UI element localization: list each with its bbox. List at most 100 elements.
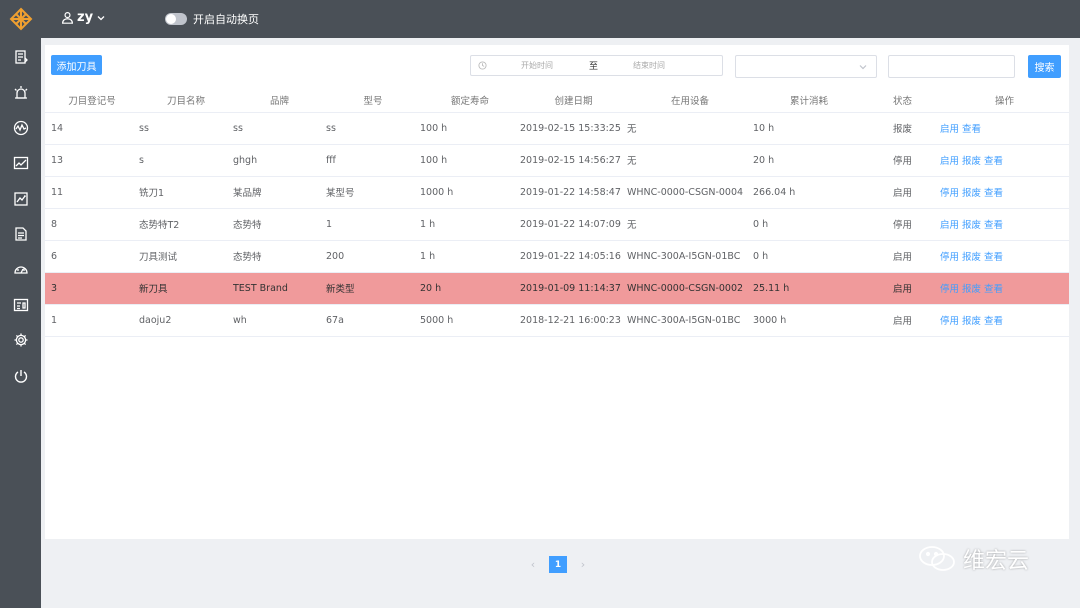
- column-header: 状态: [865, 89, 940, 113]
- table-row[interactable]: 11 铣刀1 某品牌 某型号 1000 h 2019-01-22 14:58:4…: [45, 176, 1069, 209]
- scrap-link[interactable]: 报废: [962, 220, 981, 231]
- table-row-highlighted[interactable]: 3 新刀具 TEST Brand 新类型 20 h 2019-01-09 11:…: [45, 272, 1069, 305]
- column-header: 在用设备: [627, 89, 753, 113]
- cell-usage: 10 h: [753, 112, 865, 145]
- search-button[interactable]: 搜索: [1028, 55, 1061, 78]
- scrap-link[interactable]: 报废: [962, 284, 981, 295]
- main-panel: 添加刀具 开始时间 至 结束时间 搜索 刀目登记号 刀目名称 品牌 型号 额定寿…: [45, 45, 1069, 539]
- cell-id: 14: [45, 112, 139, 145]
- enable-link[interactable]: 启用: [940, 220, 959, 231]
- cell-status: 停用: [865, 144, 940, 177]
- scrap-link[interactable]: 报废: [962, 156, 981, 167]
- start-time-input[interactable]: 开始时间: [521, 60, 553, 71]
- view-link[interactable]: 查看: [984, 316, 1003, 327]
- column-header: 创建日期: [520, 89, 627, 113]
- cell-device: WHNC-300A-I5GN-01BC: [627, 240, 753, 273]
- enable-link[interactable]: 启用: [940, 124, 959, 135]
- enable-link[interactable]: 启用: [940, 156, 959, 167]
- top-bar: zy 开启自动换页: [41, 0, 1080, 38]
- cell-device: 无: [627, 112, 753, 145]
- cell-id: 11: [45, 176, 139, 209]
- cell-brand: 态势特: [233, 240, 326, 273]
- view-link[interactable]: 查看: [962, 124, 981, 135]
- user-menu[interactable]: zy: [61, 10, 109, 25]
- cell-brand: TEST Brand: [233, 272, 326, 305]
- cell-device: WHNC-0000-CSGN-0002: [627, 272, 753, 305]
- cell-name: 铣刀1: [139, 176, 233, 209]
- sidebar: [0, 0, 41, 608]
- table-row[interactable]: 8 态势特T2 态势特 1 1 h 2019-01-22 14:07:09 无 …: [45, 208, 1069, 241]
- disable-link[interactable]: 停用: [940, 252, 959, 263]
- search-input[interactable]: [888, 55, 1015, 78]
- cell-date: 2019-01-22 14:05:16: [520, 240, 627, 273]
- view-link[interactable]: 查看: [984, 284, 1003, 295]
- cell-brand: 态势特: [233, 208, 326, 241]
- cell-status: 启用: [865, 176, 940, 209]
- scrap-link[interactable]: 报废: [962, 188, 981, 199]
- table-row[interactable]: 13 s ghgh fff 100 h 2019-02-15 14:56:27 …: [45, 144, 1069, 177]
- disable-link[interactable]: 停用: [940, 284, 959, 295]
- cell-name: 刀具测试: [139, 240, 233, 273]
- auto-page-label: 开启自动换页: [193, 13, 259, 26]
- cell-status: 启用: [865, 240, 940, 273]
- table-row[interactable]: 6 刀具测试 态势特 200 1 h 2019-01-22 14:05:16 W…: [45, 240, 1069, 273]
- report-icon[interactable]: [0, 45, 41, 69]
- chevron-down-icon: [97, 15, 105, 20]
- pagination: ‹ 1 ›: [527, 556, 589, 573]
- chevron-right-icon[interactable]: ›: [577, 558, 589, 571]
- column-header: 累计消耗: [753, 89, 865, 113]
- chevron-left-icon[interactable]: ‹: [527, 558, 539, 571]
- scrap-link[interactable]: 报废: [962, 252, 981, 263]
- cell-life: 1 h: [420, 240, 520, 273]
- cell-date: 2019-01-22 14:58:47: [520, 176, 627, 209]
- cell-model: 1: [326, 208, 420, 241]
- cell-model: 200: [326, 240, 420, 273]
- power-icon[interactable]: [0, 364, 41, 388]
- disable-link[interactable]: 停用: [940, 316, 959, 327]
- cell-name: daoju2: [139, 304, 233, 337]
- cell-id: 6: [45, 240, 139, 273]
- table-row[interactable]: 1 daoju2 wh 67a 5000 h 2018-12-21 16:00:…: [45, 304, 1069, 337]
- device-select[interactable]: [735, 55, 877, 78]
- cell-brand: ss: [233, 112, 326, 145]
- view-link[interactable]: 查看: [984, 156, 1003, 167]
- chevron-down-icon: [859, 65, 867, 70]
- cell-usage: 0 h: [753, 208, 865, 241]
- cell-device: 无: [627, 144, 753, 177]
- cell-device: 无: [627, 208, 753, 241]
- cell-usage: 266.04 h: [753, 176, 865, 209]
- trend-chart-icon[interactable]: [0, 151, 41, 175]
- page-number-current[interactable]: 1: [549, 556, 567, 573]
- view-link[interactable]: 查看: [984, 188, 1003, 199]
- logo-icon[interactable]: [0, 0, 41, 38]
- date-range-picker[interactable]: 开始时间 至 结束时间: [470, 55, 723, 76]
- data-card-icon[interactable]: [0, 293, 41, 317]
- auto-page-toggle[interactable]: 开启自动换页: [165, 11, 259, 27]
- disable-link[interactable]: 停用: [940, 188, 959, 199]
- dashboard-icon[interactable]: [0, 257, 41, 281]
- cell-status: 启用: [865, 304, 940, 337]
- add-tool-button[interactable]: 添加刀具: [51, 55, 102, 75]
- column-header: 品牌: [233, 89, 326, 113]
- toggle-switch[interactable]: [165, 13, 187, 25]
- document-icon[interactable]: [0, 222, 41, 246]
- range-separator: 至: [589, 62, 599, 72]
- cell-model: fff: [326, 144, 420, 177]
- wechat-icon: [919, 546, 955, 571]
- view-link[interactable]: 查看: [984, 220, 1003, 231]
- cell-life: 20 h: [420, 272, 520, 305]
- analysis-icon[interactable]: [0, 187, 41, 211]
- column-header: 操作: [940, 89, 1069, 113]
- alarm-icon[interactable]: [0, 81, 41, 105]
- end-time-input[interactable]: 结束时间: [633, 60, 665, 71]
- cell-actions: 停用 报废 查看: [940, 272, 1069, 305]
- scrap-link[interactable]: 报废: [962, 316, 981, 327]
- cell-actions: 启用 报废 查看: [940, 208, 1069, 241]
- cell-life: 1000 h: [420, 176, 520, 209]
- cell-device: WHNC-0000-CSGN-0004: [627, 176, 753, 209]
- view-link[interactable]: 查看: [984, 252, 1003, 263]
- cell-actions: 启用 报废 查看: [940, 144, 1069, 177]
- monitor-icon[interactable]: [0, 116, 41, 140]
- settings-icon[interactable]: [0, 328, 41, 352]
- table-row[interactable]: 14 ss ss ss 100 h 2019-02-15 15:33:25 无 …: [45, 112, 1069, 145]
